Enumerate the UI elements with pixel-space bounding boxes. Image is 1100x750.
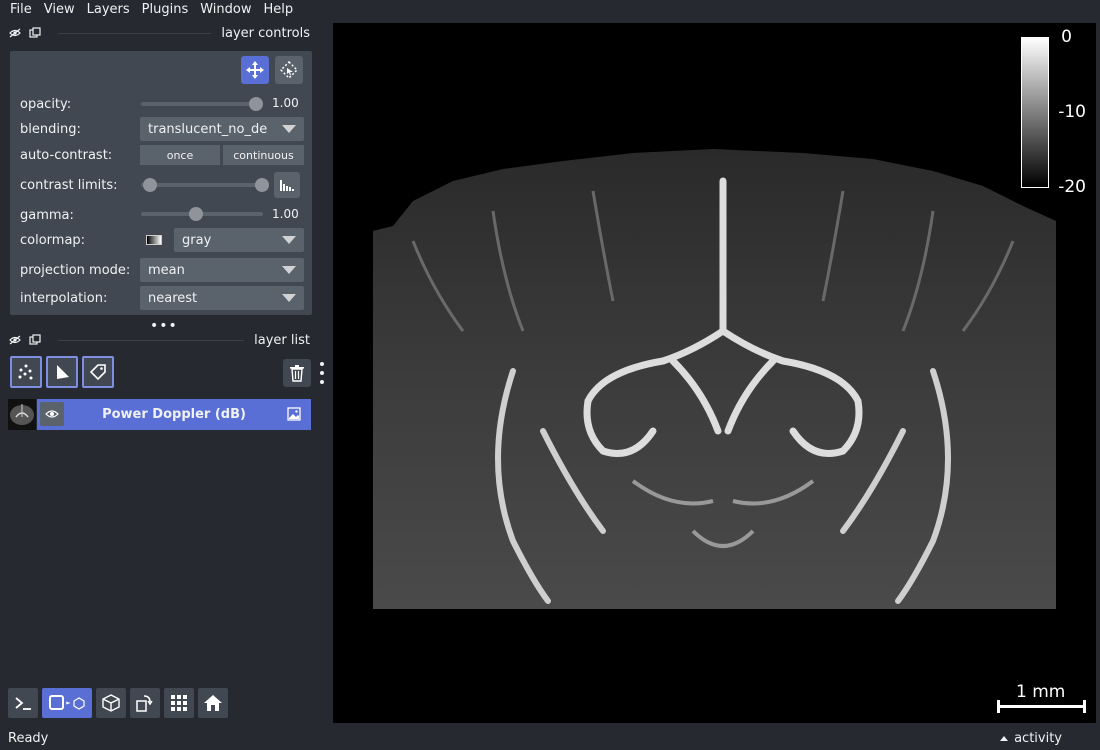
gamma-slider-handle[interactable] bbox=[189, 207, 203, 221]
gamma-slider[interactable] bbox=[141, 202, 263, 226]
transform-icon bbox=[279, 60, 299, 80]
divider bbox=[58, 32, 212, 34]
chevron-down-icon bbox=[282, 266, 296, 274]
divider bbox=[58, 339, 245, 341]
status-text: Ready bbox=[8, 730, 49, 746]
blending-value: translucent_no_de bbox=[148, 121, 268, 137]
opacity-label: opacity: bbox=[20, 96, 72, 112]
layer-controls-title-bar: layer controls bbox=[8, 23, 310, 43]
colormap-preview bbox=[146, 235, 162, 245]
opacity-slider[interactable] bbox=[141, 92, 263, 116]
menu-bar: File View Layers Plugins Window Help bbox=[0, 0, 1100, 20]
histogram-button[interactable] bbox=[274, 172, 300, 198]
new-points-layer-button[interactable] bbox=[10, 356, 42, 388]
layer-list-title: layer list bbox=[254, 332, 310, 348]
float-icon[interactable] bbox=[28, 26, 42, 40]
interpolation-label: interpolation: bbox=[20, 290, 108, 306]
menu-layers[interactable]: Layers bbox=[81, 0, 136, 20]
terminal-icon bbox=[15, 697, 31, 710]
menu-file[interactable]: File bbox=[4, 0, 38, 20]
contrast-limits-label: contrast limits: bbox=[20, 177, 118, 193]
contrast-limits-high-handle[interactable] bbox=[255, 178, 269, 192]
layer-list-title-bar: layer list bbox=[8, 330, 310, 350]
points-icon bbox=[18, 364, 33, 380]
new-labels-layer-button[interactable] bbox=[82, 356, 114, 388]
2d-3d-toggle-icon bbox=[49, 695, 85, 710]
label-tag-icon bbox=[89, 364, 106, 381]
eye-icon bbox=[45, 410, 59, 418]
grid-icon bbox=[171, 695, 187, 711]
image-layer-icon bbox=[287, 407, 301, 425]
auto-contrast-once-button[interactable]: once bbox=[140, 145, 220, 165]
menu-help[interactable]: Help bbox=[258, 0, 300, 20]
trash-icon bbox=[290, 365, 304, 382]
colormap-label: colormap: bbox=[20, 232, 86, 248]
viewer-buttons bbox=[8, 688, 228, 722]
projection-mode-value: mean bbox=[148, 262, 185, 278]
eye-icon[interactable] bbox=[8, 333, 22, 347]
left-dock: layer controls opacity: 1.00 blending: t… bbox=[0, 20, 324, 725]
projection-mode-select[interactable]: mean bbox=[140, 258, 304, 282]
colorbar-tick-label: -10 bbox=[1058, 102, 1086, 122]
opacity-value: 1.00 bbox=[272, 96, 299, 110]
layer-name[interactable]: Power Doppler (dB) bbox=[102, 407, 246, 422]
menu-view[interactable]: View bbox=[38, 0, 81, 20]
viewer-canvas[interactable]: 0 -10 -20 1 mm bbox=[333, 23, 1096, 723]
layer-item[interactable]: Power Doppler (dB) bbox=[8, 399, 311, 430]
transpose-icon bbox=[136, 695, 153, 712]
kebab-menu-icon[interactable] bbox=[318, 359, 326, 387]
projection-mode-label: projection mode: bbox=[20, 262, 131, 278]
gamma-label: gamma: bbox=[20, 207, 74, 223]
layer-controls-title: layer controls bbox=[221, 25, 310, 41]
scale-bar-label: 1 mm bbox=[1016, 682, 1066, 702]
colorbar-tick-label: 0 bbox=[1061, 27, 1072, 47]
shapes-icon bbox=[57, 365, 69, 379]
colormap-value: gray bbox=[182, 232, 212, 248]
home-button[interactable] bbox=[198, 688, 228, 718]
activity-label: activity bbox=[1014, 730, 1062, 746]
pan-zoom-button[interactable] bbox=[241, 56, 269, 84]
auto-contrast-label: auto-contrast: bbox=[20, 147, 113, 163]
grid-view-button[interactable] bbox=[164, 688, 194, 718]
delete-layer-button[interactable] bbox=[283, 359, 311, 387]
interpolation-select[interactable]: nearest bbox=[140, 286, 304, 310]
roll-dims-button[interactable] bbox=[96, 688, 126, 718]
cube-icon bbox=[102, 694, 120, 712]
console-button[interactable] bbox=[8, 688, 38, 718]
power-doppler-image bbox=[373, 149, 1056, 609]
eye-icon[interactable] bbox=[8, 26, 22, 40]
chevron-up-icon bbox=[1000, 735, 1009, 741]
home-icon bbox=[204, 695, 222, 711]
ndisplay-button[interactable] bbox=[42, 688, 92, 718]
scale-bar bbox=[997, 700, 1086, 713]
activity-button[interactable]: activity bbox=[1000, 731, 1062, 746]
contrast-limits-slider[interactable] bbox=[141, 173, 269, 197]
float-icon[interactable] bbox=[28, 333, 42, 347]
menu-plugins[interactable]: Plugins bbox=[136, 0, 195, 20]
contrast-limits-low-handle[interactable] bbox=[143, 178, 157, 192]
layer-name-bar[interactable]: Power Doppler (dB) bbox=[37, 399, 311, 430]
layer-thumbnail bbox=[8, 399, 36, 430]
colorbar bbox=[1021, 37, 1049, 188]
transpose-button[interactable] bbox=[130, 688, 160, 718]
new-shapes-layer-button[interactable] bbox=[46, 356, 78, 388]
opacity-slider-handle[interactable] bbox=[249, 97, 263, 111]
visibility-toggle[interactable] bbox=[40, 402, 64, 426]
blending-label: blending: bbox=[20, 121, 81, 137]
blending-select[interactable]: translucent_no_de bbox=[140, 117, 304, 141]
colorbar-tick-label: -20 bbox=[1058, 177, 1086, 197]
menu-window[interactable]: Window bbox=[194, 0, 257, 20]
auto-contrast-continuous-button[interactable]: continuous bbox=[223, 145, 304, 165]
gamma-value: 1.00 bbox=[272, 207, 299, 221]
chevron-down-icon bbox=[282, 294, 296, 302]
histogram-icon bbox=[280, 180, 294, 191]
transform-button[interactable] bbox=[275, 56, 303, 84]
status-bar: Ready activity bbox=[0, 726, 1100, 750]
chevron-down-icon bbox=[282, 125, 296, 133]
colormap-select[interactable]: gray bbox=[174, 228, 304, 252]
chevron-down-icon bbox=[282, 236, 296, 244]
move-arrows-icon bbox=[246, 61, 264, 79]
layer-controls-panel: opacity: 1.00 blending: translucent_no_d… bbox=[10, 51, 312, 315]
interpolation-value: nearest bbox=[148, 290, 198, 306]
